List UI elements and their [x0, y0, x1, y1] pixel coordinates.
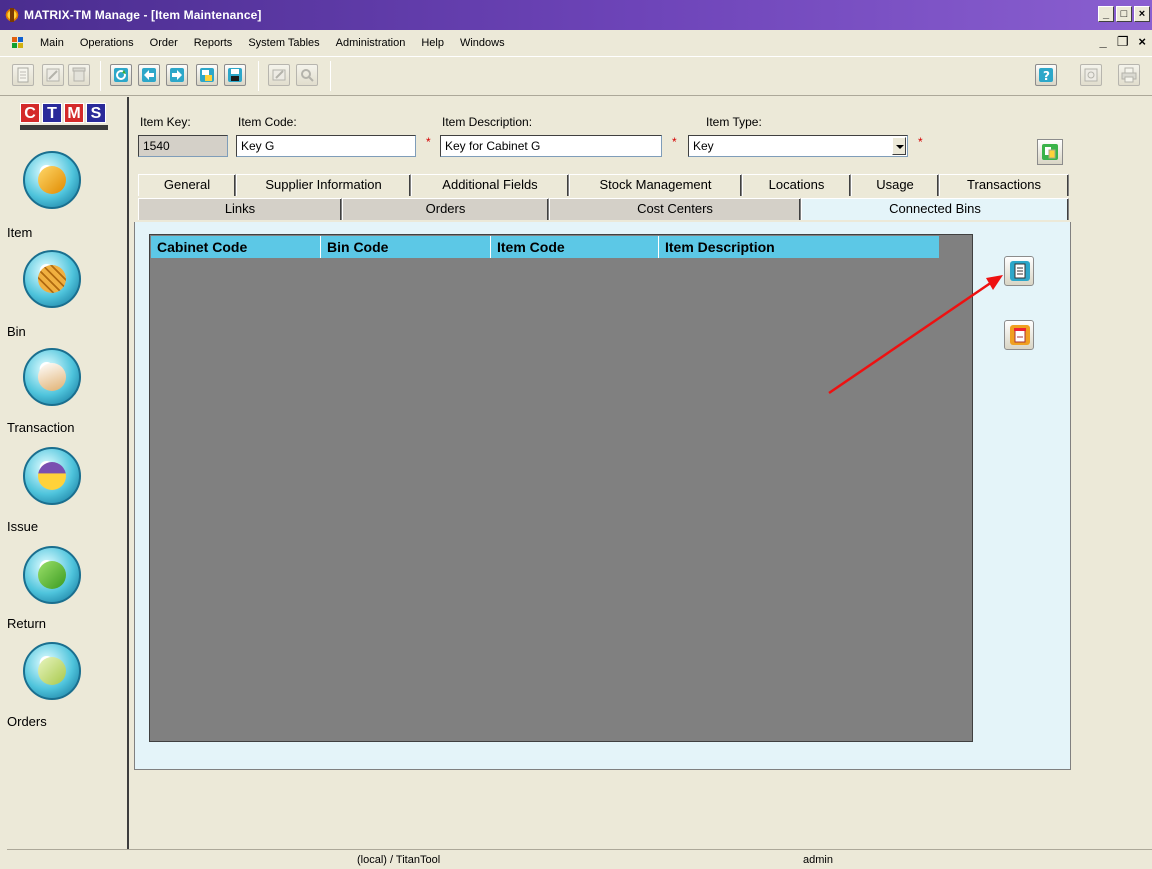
item-maintenance-form: Item Key: Item Code: Item Description: I… — [134, 101, 1071, 771]
mdi-window-icon[interactable] — [12, 37, 26, 49]
item-type-label: Item Type: — [706, 115, 762, 129]
current-user: admin — [803, 854, 833, 866]
copy-icon — [1042, 144, 1058, 160]
preview-icon[interactable] — [1080, 64, 1102, 86]
mdi-restore-button[interactable]: ❐ — [1117, 34, 1129, 50]
item-code-label: Item Code: — [238, 115, 297, 129]
tab-usage[interactable]: Usage — [851, 174, 939, 196]
previous-icon[interactable] — [138, 64, 160, 86]
orders-icon — [23, 642, 81, 700]
return-icon — [23, 546, 81, 604]
bin-grid-icon — [23, 250, 81, 308]
menu-order[interactable]: Order — [142, 37, 186, 49]
tab-supplier-information[interactable]: Supplier Information — [236, 174, 411, 196]
nav-label-bin: Bin — [7, 324, 26, 339]
left-navigation: C T M S Item Bin Transaction Issue Retur… — [7, 97, 129, 849]
mdi-controls: _ ❐ × — [1100, 34, 1146, 50]
menu-windows[interactable]: Windows — [452, 37, 513, 49]
menu-system-tables[interactable]: System Tables — [240, 37, 327, 49]
svg-text:?: ? — [1043, 69, 1050, 83]
edit-icon[interactable] — [42, 64, 64, 86]
item-description-field[interactable]: Key for Cabinet G — [440, 135, 662, 157]
tab-locations[interactable]: Locations — [742, 174, 851, 196]
nav-label-orders: Orders — [7, 714, 47, 729]
refresh-icon[interactable] — [110, 64, 132, 86]
tab-orders[interactable]: Orders — [342, 198, 549, 220]
menu-main[interactable]: Main — [32, 37, 72, 49]
grid-header: Cabinet Code Bin Code Item Code Item Des… — [151, 236, 939, 258]
print-icon[interactable] — [1118, 64, 1140, 86]
app-logo-icon — [4, 7, 20, 23]
item-description-label: Item Description: — [442, 115, 533, 129]
transaction-icon — [23, 348, 81, 406]
item-key-label: Item Key: — [140, 115, 191, 129]
nav-label-issue: Issue — [7, 519, 39, 534]
tab-row-2: Links Orders Cost Centers Connected Bins — [138, 198, 1069, 220]
menu-operations[interactable]: Operations — [72, 37, 142, 49]
item-key-field: 1540 — [138, 135, 228, 157]
close-button[interactable]: × — [1134, 6, 1150, 22]
item-code-field[interactable]: Key G — [236, 135, 416, 157]
issue-icon — [23, 447, 81, 505]
menu-help[interactable]: Help — [413, 37, 452, 49]
title-bar: MATRIX-TM Manage - [Item Maintenance] — [0, 0, 1152, 30]
item-description-required-mark: * — [672, 135, 677, 149]
tab-additional-fields[interactable]: Additional Fields — [411, 174, 569, 196]
toolbar: ? — [0, 56, 1152, 96]
add-bin-button[interactable] — [1004, 256, 1034, 286]
tab-cost-centers[interactable]: Cost Centers — [549, 198, 801, 220]
mdi-close-button[interactable]: × — [1138, 34, 1146, 50]
chevron-down-icon[interactable] — [892, 137, 906, 155]
item-type-required-mark: * — [918, 135, 923, 149]
tab-row-1: General Supplier Information Additional … — [138, 174, 1069, 196]
tab-transactions[interactable]: Transactions — [939, 174, 1069, 196]
column-item-description[interactable]: Item Description — [659, 236, 939, 258]
column-bin-code[interactable]: Bin Code — [321, 236, 491, 258]
save-as-icon[interactable] — [196, 64, 218, 86]
nav-label-return: Return — [7, 616, 47, 631]
connected-bins-panel: Cabinet Code Bin Code Item Code Item Des… — [134, 222, 1071, 770]
column-cabinet-code[interactable]: Cabinet Code — [151, 236, 321, 258]
menu-reports[interactable]: Reports — [186, 37, 241, 49]
delete-icon[interactable] — [68, 64, 90, 86]
item-type-value: Key — [693, 139, 714, 153]
find-icon[interactable] — [296, 64, 318, 86]
menu-administration[interactable]: Administration — [328, 37, 414, 49]
column-item-code[interactable]: Item Code — [491, 236, 659, 258]
edit-pen-icon[interactable] — [268, 64, 290, 86]
menu-bar: Main Operations Order Reports System Tab… — [0, 30, 1152, 56]
item-type-select[interactable]: Key — [688, 135, 908, 157]
tab-connected-bins[interactable]: Connected Bins — [801, 198, 1069, 220]
remove-bin-button[interactable] — [1004, 320, 1034, 350]
next-icon[interactable] — [166, 64, 188, 86]
delete-bin-icon — [1010, 325, 1030, 345]
window-title: MATRIX-TM Manage - [Item Maintenance] — [24, 8, 262, 22]
new-document-icon — [1010, 261, 1030, 281]
minimize-button[interactable]: _ — [1098, 6, 1114, 22]
tab-links[interactable]: Links — [138, 198, 342, 220]
maximize-button[interactable]: □ — [1116, 6, 1132, 22]
window-controls: _ □ × — [1098, 6, 1150, 22]
nav-label-item: Item — [7, 225, 33, 240]
copy-item-button[interactable] — [1037, 139, 1063, 165]
ctms-logo: C T M S — [20, 103, 110, 133]
tab-stock-management[interactable]: Stock Management — [569, 174, 742, 196]
tab-general[interactable]: General — [138, 174, 236, 196]
help-icon[interactable]: ? — [1035, 64, 1057, 86]
item-box-icon — [23, 151, 81, 209]
new-doc-icon[interactable] — [12, 64, 34, 86]
nav-label-transaction: Transaction — [7, 420, 75, 435]
save-icon[interactable] — [224, 64, 246, 86]
item-code-required-mark: * — [426, 135, 431, 149]
status-bar: (local) / TitanTool admin — [7, 849, 1152, 869]
connected-bins-grid[interactable]: Cabinet Code Bin Code Item Code Item Des… — [149, 234, 973, 742]
connection-status: (local) / TitanTool — [357, 854, 441, 866]
mdi-minimize-button[interactable]: _ — [1100, 34, 1107, 50]
